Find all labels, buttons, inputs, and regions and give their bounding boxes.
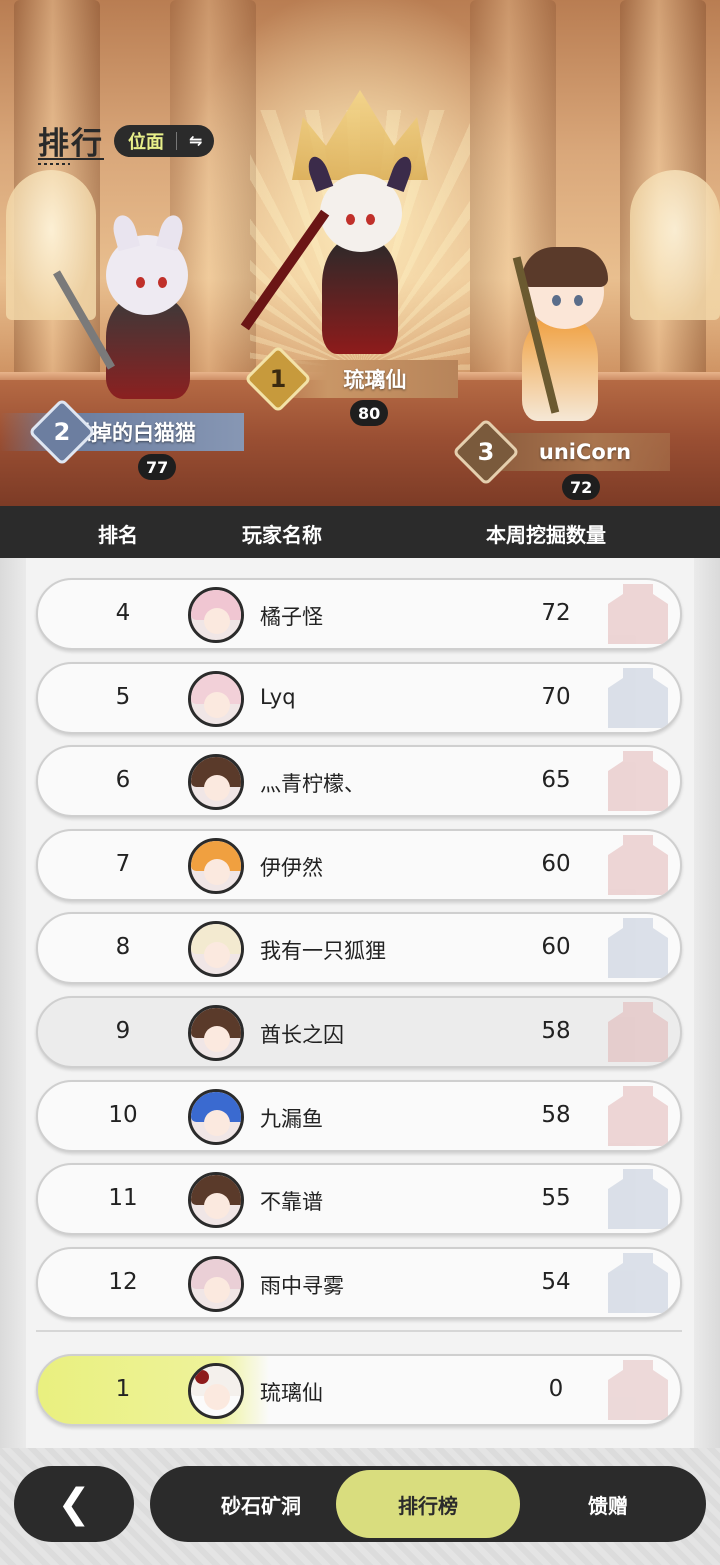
row-score: 58: [541, 1101, 571, 1128]
tab-leaderboard[interactable]: 排行榜: [336, 1470, 520, 1538]
faction-emblem-icon: [608, 1002, 668, 1062]
row-rank: 8: [115, 934, 131, 961]
tab-gifts[interactable]: 馈赠: [526, 1466, 690, 1542]
chevron-left-icon: ❮: [57, 1481, 91, 1527]
my-rank: 1: [115, 1376, 131, 1402]
self-divider: [36, 1330, 682, 1332]
column-rank: 排名: [98, 523, 138, 547]
page-header: 排行 位面 ⇋: [38, 118, 215, 163]
row-rank: 9: [115, 1018, 131, 1044]
row-rank: 11: [108, 1185, 138, 1212]
row-score: 54: [541, 1268, 571, 1295]
table-row[interactable]: 5 Lyq 70: [36, 661, 682, 734]
avatar[interactable]: [188, 754, 244, 811]
avatar[interactable]: [188, 670, 244, 727]
title-dots: [38, 163, 70, 165]
table-row[interactable]: 8 我有一只狐狸 60: [36, 912, 682, 985]
faction-emblem-icon: [608, 834, 668, 895]
row-score: 65: [541, 767, 571, 794]
rank-2-number: 2: [53, 418, 71, 446]
plane-label: 位面: [128, 131, 164, 153]
tab-bar: 砂石矿洞 排行榜 馈赠: [150, 1466, 706, 1542]
table-row[interactable]: 7 伊伊然 60: [36, 828, 682, 901]
faction-emblem-icon: [608, 1169, 668, 1230]
podium-banner: 琉璃仙 1 80 似掉的白猫猫 2 77 uniCorn 3 72: [0, 0, 720, 506]
row-player-name: 伊伊然: [260, 855, 323, 880]
my-name: 琉璃仙: [260, 1381, 323, 1405]
avatar[interactable]: [188, 837, 244, 894]
rank-1-score: 80: [350, 400, 389, 426]
row-rank: 5: [115, 683, 131, 710]
avatar[interactable]: [188, 587, 244, 643]
table-row[interactable]: 10 九漏鱼 58: [36, 1079, 682, 1152]
avatar[interactable]: [188, 1088, 244, 1145]
rank-1-character[interactable]: [240, 153, 420, 360]
rank-1-number: 1: [269, 365, 287, 393]
avatar[interactable]: [188, 1005, 244, 1061]
table-row[interactable]: 12 雨中寻雾 54: [36, 1246, 682, 1319]
swap-arrows-icon: ⇋: [189, 131, 203, 150]
faction-emblem-icon: [608, 918, 668, 979]
rank-2-character[interactable]: [53, 212, 212, 400]
row-player-name: 九漏鱼: [260, 1106, 323, 1131]
avatar[interactable]: [188, 1363, 244, 1419]
my-score: 0: [548, 1376, 564, 1402]
avatar[interactable]: [188, 1172, 244, 1229]
table-row[interactable]: 9 酋长之囚 58: [36, 996, 682, 1068]
table-row[interactable]: 11 不靠谱 55: [36, 1163, 682, 1236]
faction-emblem-icon: [608, 1085, 668, 1146]
row-rank: 4: [115, 600, 131, 626]
row-player-name: 灬青柠檬、: [260, 772, 365, 797]
rank-3-number: 3: [477, 438, 495, 466]
title-underline: [38, 158, 226, 160]
row-player-name: 橘子怪: [260, 605, 323, 629]
row-rank: 10: [108, 1101, 138, 1128]
row-player-name: 酋长之囚: [260, 1023, 344, 1047]
row-player-name: 我有一只狐狸: [260, 939, 386, 964]
avatar[interactable]: [188, 921, 244, 978]
row-score: 60: [541, 850, 571, 877]
row-rank: 7: [115, 850, 131, 877]
row-rank: 12: [108, 1268, 138, 1295]
row-player-name: 不靠谱: [260, 1190, 323, 1215]
table-row[interactable]: 4 橘子怪 72: [36, 578, 682, 650]
avatar[interactable]: [188, 1255, 244, 1312]
column-player: 玩家名称: [242, 523, 322, 547]
row-player-name: Lyq: [260, 684, 296, 709]
my-rank-row[interactable]: 1 琉璃仙 0: [36, 1354, 682, 1426]
rank-3-score: 72: [562, 474, 601, 500]
tab-gravel-cave[interactable]: 砂石矿洞: [176, 1466, 346, 1542]
row-score: 70: [541, 683, 571, 710]
page-title: 排行: [38, 126, 104, 162]
plane-toggle-button[interactable]: 位面 ⇋: [114, 124, 215, 157]
row-score: 72: [541, 600, 571, 626]
faction-emblem-icon: [608, 1252, 668, 1313]
faction-emblem-icon: [608, 1360, 668, 1420]
faction-emblem-icon: [608, 667, 668, 728]
row-score: 58: [541, 1018, 571, 1044]
faction-emblem-icon: [608, 584, 668, 644]
back-button[interactable]: ❮: [14, 1466, 134, 1542]
table-header: 排名 玩家名称 本周挖掘数量: [0, 506, 720, 558]
divider: [176, 131, 177, 150]
faction-emblem-icon: [608, 751, 668, 812]
rank-2-score: 77: [138, 454, 177, 480]
column-score: 本周挖掘数量: [486, 523, 606, 547]
background-window: [630, 170, 720, 320]
row-player-name: 雨中寻雾: [260, 1273, 344, 1298]
row-rank: 6: [115, 767, 131, 794]
rank-3-character[interactable]: [492, 245, 622, 425]
row-score: 55: [541, 1185, 571, 1212]
table-row[interactable]: 6 灬青柠檬、 65: [36, 745, 682, 818]
row-score: 60: [541, 934, 571, 961]
